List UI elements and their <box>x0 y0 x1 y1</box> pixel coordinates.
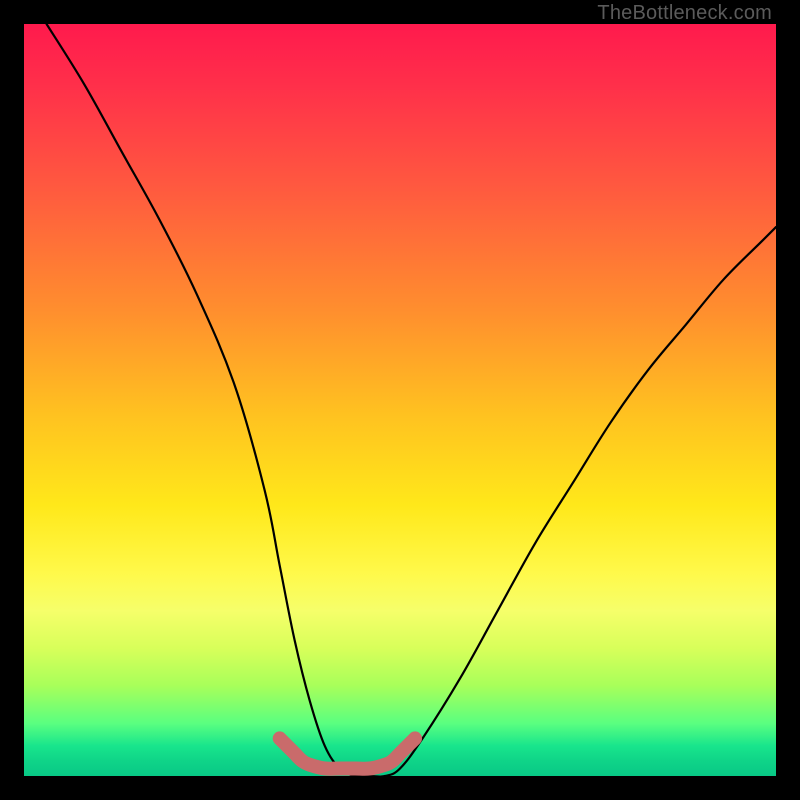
plot-area <box>24 24 776 776</box>
bottleneck-curve <box>47 24 776 776</box>
chart-svg <box>24 24 776 776</box>
chart-frame: TheBottleneck.com <box>0 0 800 800</box>
optimal-band-marker <box>280 738 415 768</box>
attribution-label: TheBottleneck.com <box>597 2 772 25</box>
